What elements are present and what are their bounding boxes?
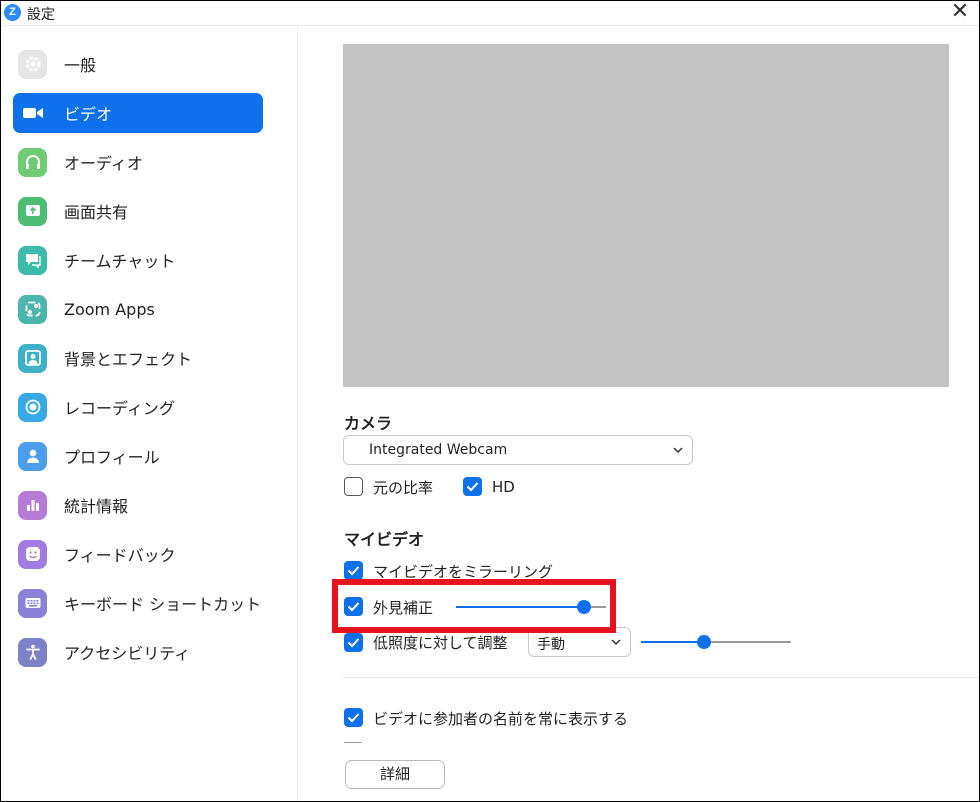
sidebar-item-profile[interactable]: プロフィール xyxy=(13,436,263,476)
checkmark-icon xyxy=(347,566,360,576)
feedback-icon xyxy=(18,539,47,569)
sidebar-item-label: レコーディング xyxy=(64,399,175,418)
background-icon xyxy=(18,343,47,373)
original-ratio-label: 元の比率 xyxy=(373,479,434,497)
slider-track xyxy=(704,641,791,643)
camera-select-value: Integrated Webcam xyxy=(369,442,508,458)
hd-label: HD xyxy=(492,478,515,496)
checkmark-icon xyxy=(466,482,479,492)
sidebar-item-label: ビデオ xyxy=(64,105,113,124)
sidebar-item-recording[interactable]: レコーディング xyxy=(13,387,263,427)
low-light-label: 低照度に対して調整 xyxy=(373,634,508,652)
sidebar-item-share-screen[interactable]: 画面共有 xyxy=(13,191,263,231)
low-light-slider[interactable] xyxy=(641,635,791,649)
my-video-section-title: マイビデオ xyxy=(344,530,425,549)
low-light-checkbox[interactable] xyxy=(344,633,363,652)
video-preview xyxy=(343,44,949,387)
camera-select[interactable]: Integrated Webcam xyxy=(343,435,693,465)
profile-icon xyxy=(18,441,47,471)
zoom-logo-icon: Z xyxy=(4,4,21,21)
checkmark-icon xyxy=(347,638,360,648)
section-divider xyxy=(343,677,979,678)
low-light-mode-value: 手動 xyxy=(537,637,565,653)
statistics-icon xyxy=(18,490,47,520)
sidebar-item-accessibility[interactable]: アクセシビリティ xyxy=(13,632,263,672)
sidebar-item-feedback[interactable]: フィードバック xyxy=(13,534,263,574)
gear-icon xyxy=(18,49,47,79)
chevron-down-icon xyxy=(610,636,622,652)
sidebar-item-label: プロフィール xyxy=(64,448,160,467)
headphones-icon xyxy=(18,147,47,177)
sidebar-item-statistics[interactable]: 統計情報 xyxy=(13,485,263,525)
sidebar-item-label: アクセシビリティ xyxy=(64,644,191,663)
chevron-down-icon xyxy=(672,444,684,460)
sidebar-item-keyboard-shortcuts[interactable]: キーボード ショートカット xyxy=(13,583,263,623)
record-icon xyxy=(18,392,47,422)
settings-window: Z 設定 ✕ 一般 ビデオ オーディオ 画面共有 チームチャット Zoom Ap… xyxy=(0,0,980,802)
original-ratio-checkbox[interactable] xyxy=(344,477,363,496)
mirror-video-checkbox[interactable] xyxy=(344,561,363,580)
keyboard-icon xyxy=(18,588,47,618)
camera-section-title: カメラ xyxy=(344,414,393,433)
show-names-checkbox[interactable] xyxy=(344,708,363,727)
settings-sidebar: 一般 ビデオ オーディオ 画面共有 チームチャット Zoom Apps 背景とエ… xyxy=(1,26,298,801)
slider-fill xyxy=(641,641,704,643)
sidebar-item-background[interactable]: 背景とエフェクト xyxy=(13,338,263,378)
sidebar-item-general[interactable]: 一般 xyxy=(13,44,263,84)
close-button[interactable]: ✕ xyxy=(945,1,975,25)
sidebar-item-label: オーディオ xyxy=(64,154,143,173)
cut-off-checkbox xyxy=(344,742,362,743)
slider-knob[interactable] xyxy=(697,635,711,649)
video-camera-icon xyxy=(18,99,47,128)
sidebar-item-label: 一般 xyxy=(64,56,97,75)
accessibility-icon xyxy=(18,637,47,667)
sidebar-item-label: フィードバック xyxy=(64,546,176,565)
hd-checkbox[interactable] xyxy=(463,477,482,496)
apps-icon xyxy=(18,294,47,324)
chat-icon xyxy=(18,245,47,275)
sidebar-item-label: Zoom Apps xyxy=(64,299,155,319)
video-settings-panel: カメラ Integrated Webcam 元の比率 HD マイビデオ マイビデ… xyxy=(298,26,979,801)
sidebar-item-audio[interactable]: オーディオ xyxy=(13,142,263,182)
sidebar-item-video[interactable]: ビデオ xyxy=(13,93,263,133)
show-names-label: ビデオに参加者の名前を常に表示する xyxy=(373,710,629,728)
window-title: 設定 xyxy=(27,7,55,23)
sidebar-item-label: 背景とエフェクト xyxy=(64,350,193,369)
title-bar: Z 設定 ✕ xyxy=(1,1,979,26)
sidebar-item-label: キーボード ショートカット xyxy=(64,595,262,614)
sidebar-item-team-chat[interactable]: チームチャット xyxy=(13,240,263,280)
checkmark-icon xyxy=(347,713,360,723)
advanced-button[interactable]: 詳細 xyxy=(345,760,445,789)
touch-up-highlight-box xyxy=(332,579,616,633)
sidebar-item-label: チームチャット xyxy=(64,252,176,271)
sidebar-item-label: 画面共有 xyxy=(64,203,129,222)
share-screen-icon xyxy=(18,196,47,226)
sidebar-item-label: 統計情報 xyxy=(64,497,129,516)
sidebar-item-zoom-apps[interactable]: Zoom Apps xyxy=(13,289,263,329)
